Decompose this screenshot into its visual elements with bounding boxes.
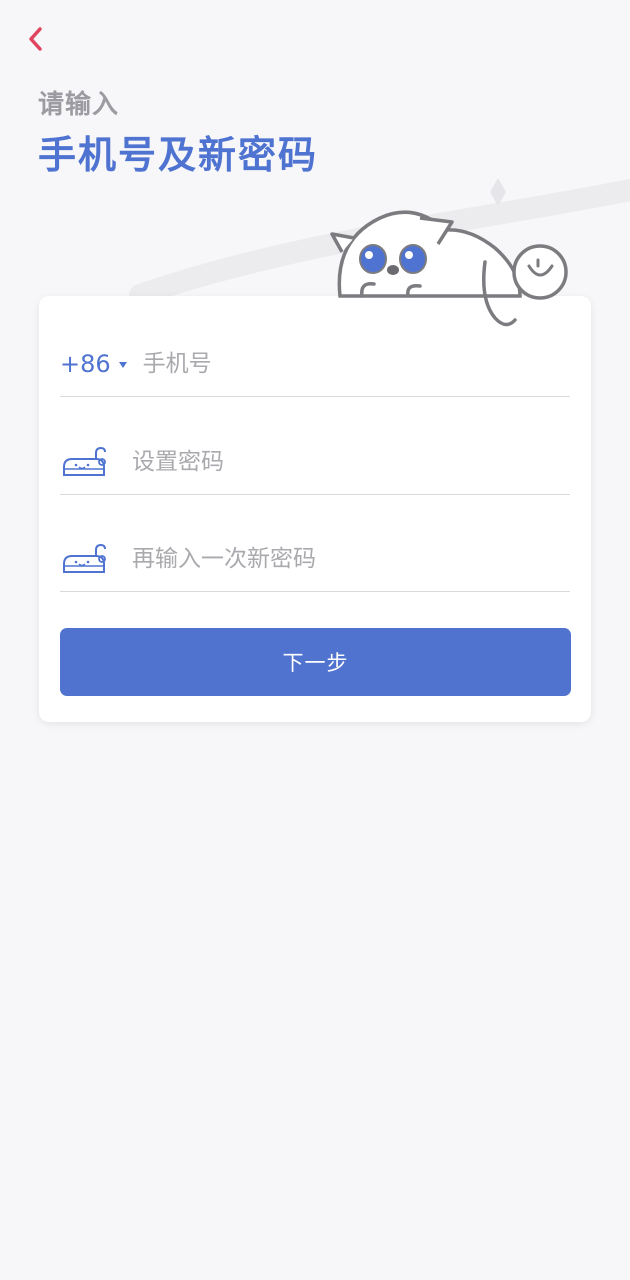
caret-down-icon — [118, 362, 127, 368]
confirm-password-row — [60, 527, 570, 592]
chevron-left-icon — [29, 27, 42, 51]
confirm-password-lock-icon — [63, 543, 106, 573]
password-lock-icon — [63, 446, 106, 476]
form-card: +86 下一步 — [39, 296, 591, 722]
page-subtitle: 请输入 — [38, 90, 120, 120]
password-row — [60, 430, 570, 495]
country-code-select[interactable]: +86 — [60, 350, 127, 378]
password-input[interactable] — [130, 437, 570, 487]
next-step-button[interactable]: 下一步 — [60, 628, 571, 696]
phone-input[interactable] — [140, 339, 570, 389]
phone-row: +86 — [60, 332, 570, 397]
back-button[interactable] — [22, 24, 52, 54]
country-code-value: +86 — [60, 350, 111, 378]
cat-mascot-illustration — [330, 210, 568, 327]
confirm-password-input[interactable] — [130, 534, 570, 584]
